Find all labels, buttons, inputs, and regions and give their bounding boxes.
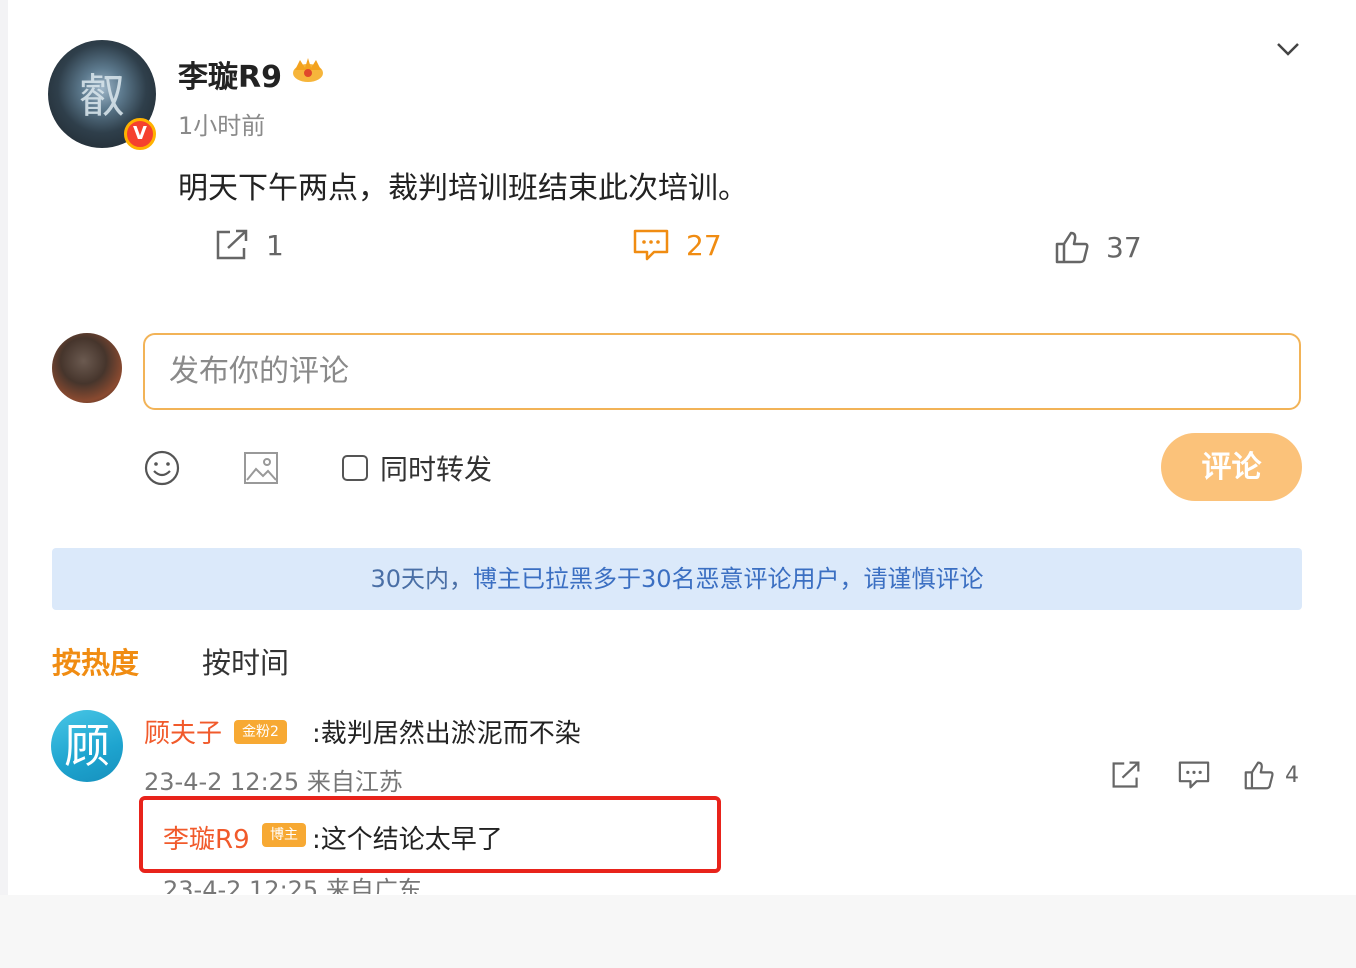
like-button[interactable]: 37: [1054, 230, 1142, 264]
post-time: 1小时前: [178, 112, 266, 140]
fan-badge: 金粉2: [234, 720, 287, 744]
comment-like-count: 4: [1285, 762, 1299, 788]
comment-repost-button[interactable]: [1110, 760, 1142, 790]
commenter-avatar[interactable]: 顾: [51, 710, 123, 782]
comment-text: :裁判居然出淤泥而不染: [312, 719, 581, 749]
left-edge: [0, 0, 8, 968]
reply-text: :这个结论太早了: [312, 825, 503, 855]
repost-icon: [1112, 761, 1140, 788]
comment-reply-button[interactable]: [1177, 760, 1211, 790]
like-icon: [1244, 761, 1274, 790]
comment-meta: 23-4-2 12:25 来自江苏: [144, 768, 403, 796]
submit-comment-button[interactable]: 评论: [1161, 433, 1302, 501]
reply-author[interactable]: 李璇R9: [163, 819, 250, 856]
blogger-badge: 博主: [262, 823, 306, 847]
repost-count: 1: [266, 228, 284, 262]
image-icon[interactable]: [242, 449, 280, 487]
repost-icon: [216, 229, 248, 260]
notice-prefix: 30天内，: [370, 565, 473, 593]
verified-badge: V: [124, 118, 156, 150]
emoji-icon[interactable]: [143, 449, 181, 487]
notice-suffix: 请谨慎评论: [863, 565, 984, 593]
tab-sort-hot[interactable]: 按热度: [52, 640, 139, 682]
chevron-down-icon[interactable]: [1272, 38, 1304, 62]
post-text: 明天下午两点，裁判培训班结束此次培训。: [178, 171, 748, 206]
post-author-name[interactable]: 李璇R9: [178, 52, 282, 96]
comment-count: 27: [686, 228, 722, 262]
comment-icon: [633, 229, 669, 261]
checkbox-box[interactable]: [342, 455, 368, 481]
repost-check-label: 同时转发: [380, 453, 493, 486]
comment-button[interactable]: 27: [632, 228, 722, 262]
comment-icon: [1178, 761, 1210, 789]
avatar-glyph: 叡: [79, 69, 125, 123]
my-avatar: [52, 333, 122, 403]
tab-sort-time[interactable]: 按时间: [202, 640, 289, 682]
comment-input[interactable]: [143, 333, 1301, 410]
bottom-strip: [0, 895, 1356, 968]
repost-button[interactable]: 1: [214, 228, 284, 262]
comment-author[interactable]: 顾夫子: [144, 713, 222, 750]
repost-checkbox[interactable]: 同时转发: [342, 448, 492, 488]
like-count: 37: [1106, 230, 1142, 264]
notice-body: 博主已拉黑多于30名恶意评论用户，: [473, 565, 864, 593]
comment-like-button[interactable]: 4: [1243, 760, 1299, 790]
reply-meta: 23-4-2 12:25 来自广东: [163, 876, 422, 894]
warning-notice: 30天内，博主已拉黑多于30名恶意评论用户，请谨慎评论: [52, 548, 1302, 610]
crown-icon: [293, 58, 323, 82]
like-icon: [1055, 231, 1089, 264]
